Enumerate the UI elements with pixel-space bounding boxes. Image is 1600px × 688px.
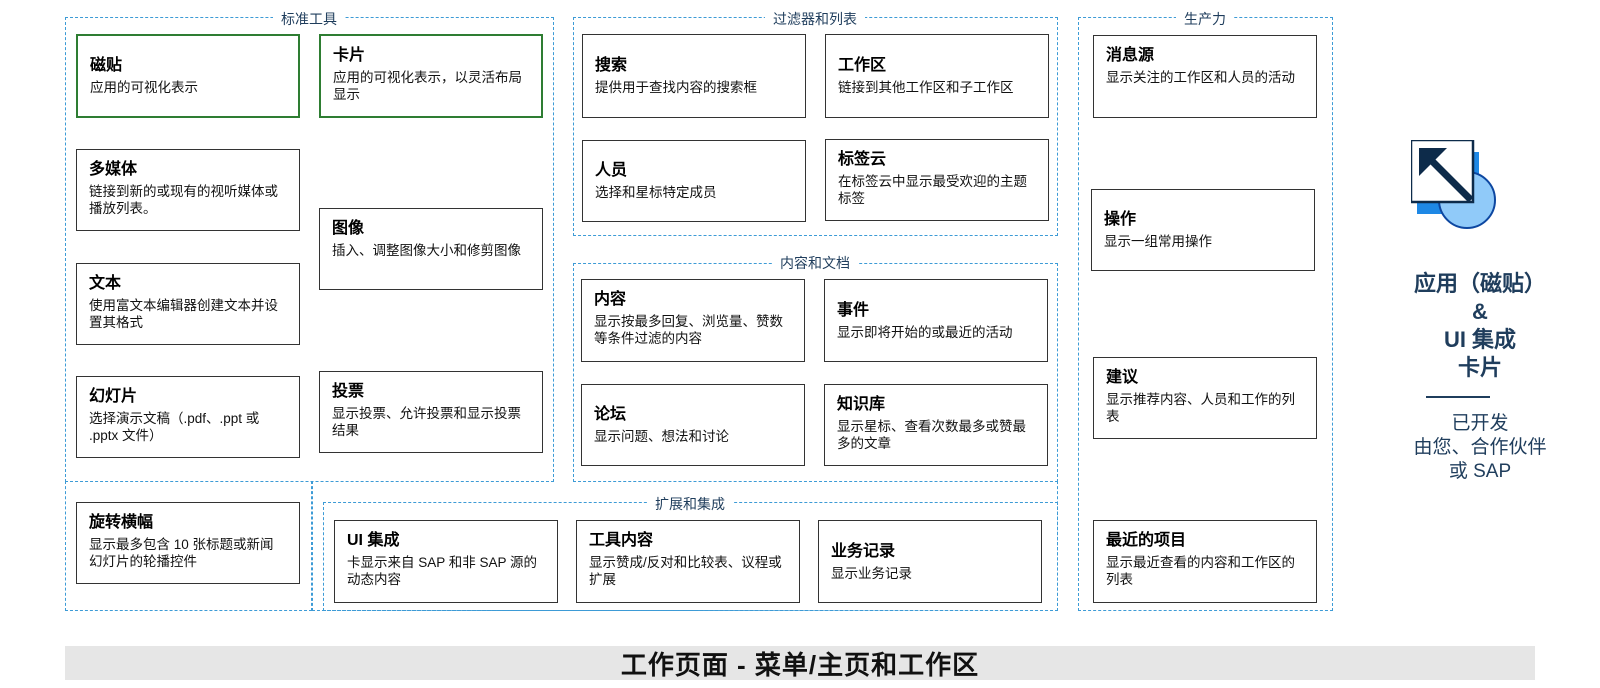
card-tagcloud-title: 标签云 — [838, 151, 887, 168]
card-multimedia-desc: 链接到新的或现有的视听媒体或播放列表。 — [89, 184, 278, 216]
card-people-title: 人员 — [595, 162, 628, 179]
card-people[interactable]: 人员 选择和星标特定成员 — [582, 140, 806, 222]
card-tagcloud[interactable]: 标签云 在标签云中显示最受欢迎的主题标签 — [825, 139, 1049, 221]
card-content-desc: 显示按最多回复、浏览量、赞数等条件过滤的内容 — [594, 314, 783, 346]
card-workspace[interactable]: 工作区 链接到其他工作区和子工作区 — [825, 34, 1049, 118]
card-carousel[interactable]: 旋转横幅 显示最多包含 10 张标题或新闻幻灯片的轮播控件 — [76, 502, 300, 584]
card-card-title: 卡片 — [333, 47, 366, 64]
arrow-up-left-tile-icon — [1409, 138, 1507, 240]
card-ui-integration-desc: 卡显示来自 SAP 和非 SAP 源的动态内容 — [347, 555, 538, 587]
side-title-line-3: UI 集成 — [1443, 327, 1517, 352]
card-text[interactable]: 文本 使用富文本编辑器创建文本并设置其格式 — [76, 263, 300, 345]
card-workspace-title: 工作区 — [838, 57, 887, 74]
card-content[interactable]: 内容 显示按最多回复、浏览量、赞数等条件过滤的内容 — [581, 279, 805, 362]
card-text-title: 文本 — [89, 275, 122, 292]
card-ui-integration-title: UI 集成 — [347, 532, 400, 549]
card-ui-integration[interactable]: UI 集成 卡显示来自 SAP 和非 SAP 源的动态内容 — [334, 520, 558, 603]
card-actions-desc: 显示一组常用操作 — [1104, 234, 1212, 249]
card-slides[interactable]: 幻灯片 选择演示文稿（.pdf、.ppt 或 .pptx 文件） — [76, 376, 300, 458]
side-sub-line-1: 已开发 — [1451, 413, 1509, 434]
card-search-desc: 提供用于查找内容的搜索框 — [595, 80, 757, 95]
card-business-record-desc: 显示业务记录 — [831, 565, 912, 581]
page-footer-title: 工作页面 - 菜单/主页和工作区 — [65, 646, 1535, 680]
card-tool-content-title: 工具内容 — [589, 532, 654, 549]
card-recommend-title: 建议 — [1106, 369, 1139, 386]
card-carousel-desc: 显示最多包含 10 张标题或新闻幻灯片的轮播控件 — [89, 537, 274, 569]
card-business-record[interactable]: 业务记录 显示业务记录 — [818, 520, 1042, 603]
card-card-desc: 应用的可视化表示，以灵活布局显示 — [333, 70, 522, 102]
card-people-desc: 选择和星标特定成员 — [595, 185, 717, 200]
card-image-title: 图像 — [332, 220, 365, 237]
card-forum-title: 论坛 — [594, 406, 627, 423]
group-title-standard: 标准工具 — [273, 9, 345, 29]
group-title-productivity: 生产力 — [1176, 9, 1234, 29]
card-tagcloud-desc: 在标签云中显示最受欢迎的主题标签 — [838, 174, 1027, 206]
card-card[interactable]: 卡片 应用的可视化表示，以灵活布局显示 — [319, 34, 543, 118]
card-tool-content[interactable]: 工具内容 显示赞成/反对和比较表、议程或扩展 — [576, 520, 800, 603]
card-actions[interactable]: 操作 显示一组常用操作 — [1091, 189, 1315, 271]
card-multimedia-title: 多媒体 — [89, 161, 138, 178]
card-recommend-desc: 显示推荐内容、人员和工作的列表 — [1106, 392, 1295, 424]
card-carousel-title: 旋转横幅 — [89, 514, 154, 531]
card-feed-title: 消息源 — [1106, 47, 1155, 64]
card-poll[interactable]: 投票 显示投票、允许投票和显示投票结果 — [319, 371, 543, 453]
card-feed-desc: 显示关注的工作区和人员的活动 — [1106, 70, 1295, 85]
group-title-content-docs: 内容和文档 — [772, 253, 858, 273]
card-recommend[interactable]: 建议 显示推荐内容、人员和工作的列表 — [1093, 357, 1317, 439]
card-actions-title: 操作 — [1104, 211, 1137, 228]
side-title-line-2: & — [1472, 299, 1488, 324]
card-events-title: 事件 — [837, 301, 870, 319]
card-search-title: 搜索 — [595, 57, 628, 74]
card-poll-title: 投票 — [332, 383, 365, 400]
card-poll-desc: 显示投票、允许投票和显示投票结果 — [332, 406, 521, 438]
card-recent-desc: 显示最近查看的内容和工作区的列表 — [1106, 555, 1295, 587]
card-slides-title: 幻灯片 — [89, 388, 138, 405]
card-multimedia[interactable]: 多媒体 链接到新的或现有的视听媒体或播放列表。 — [76, 149, 300, 231]
card-tile[interactable]: 磁贴 应用的可视化表示 — [76, 34, 300, 118]
side-title-line-1: 应用（磁贴） — [1413, 271, 1546, 296]
group-title-filters: 过滤器和列表 — [765, 9, 865, 29]
side-title-line-4: 卡片 — [1457, 355, 1502, 380]
side-divider — [1426, 396, 1490, 398]
side-subtitle: 已开发 由您、合作伙伴 或 SAP — [1380, 412, 1580, 484]
card-slides-desc: 选择演示文稿（.pdf、.ppt 或 .pptx 文件） — [89, 411, 260, 443]
card-workspace-desc: 链接到其他工作区和子工作区 — [838, 80, 1014, 95]
card-tile-desc: 应用的可视化表示 — [90, 80, 198, 95]
side-sub-line-2: 由您、合作伙伴 — [1413, 437, 1547, 458]
card-forum-desc: 显示问题、想法和讨论 — [594, 429, 729, 444]
group-title-extension: 扩展和集成 — [647, 494, 733, 514]
card-kb-desc: 显示星标、查看次数最多或赞最多的文章 — [837, 419, 1026, 451]
card-content-title: 内容 — [594, 291, 627, 308]
card-tool-content-desc: 显示赞成/反对和比较表、议程或扩展 — [589, 555, 782, 587]
side-sub-line-3: 或 SAP — [1448, 461, 1512, 482]
card-forum[interactable]: 论坛 显示问题、想法和讨论 — [581, 384, 805, 466]
card-events[interactable]: 事件 显示即将开始的或最近的活动 — [824, 279, 1048, 362]
card-business-record-title: 业务记录 — [831, 542, 896, 560]
card-feed[interactable]: 消息源 显示关注的工作区和人员的活动 — [1093, 35, 1317, 118]
card-tile-title: 磁贴 — [90, 57, 123, 74]
card-kb-title: 知识库 — [837, 396, 886, 413]
card-events-desc: 显示即将开始的或最近的活动 — [837, 324, 1013, 340]
card-recent-title: 最近的项目 — [1106, 532, 1187, 549]
card-image-desc: 插入、调整图像大小和修剪图像 — [332, 243, 521, 258]
card-image[interactable]: 图像 插入、调整图像大小和修剪图像 — [319, 208, 543, 290]
card-text-desc: 使用富文本编辑器创建文本并设置其格式 — [89, 298, 278, 330]
card-search[interactable]: 搜索 提供用于查找内容的搜索框 — [582, 34, 806, 118]
side-title: 应用（磁贴） & UI 集成 卡片 — [1380, 270, 1580, 382]
card-recent[interactable]: 最近的项目 显示最近查看的内容和工作区的列表 — [1093, 520, 1317, 603]
card-knowledge-base[interactable]: 知识库 显示星标、查看次数最多或赞最多的文章 — [824, 384, 1048, 466]
